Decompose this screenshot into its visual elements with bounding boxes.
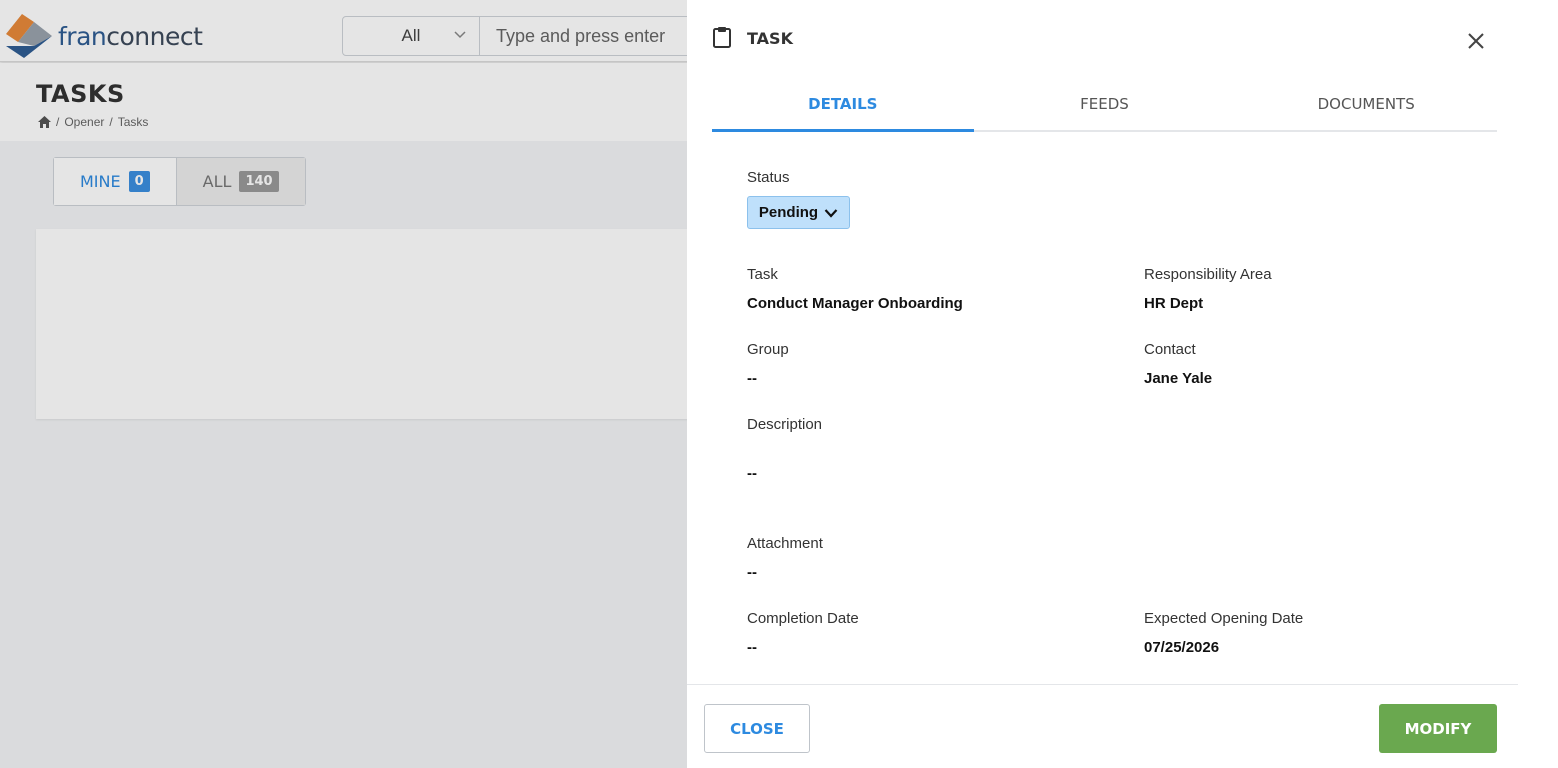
drawer-title: TASK — [747, 29, 793, 48]
chevron-down-icon — [824, 208, 838, 218]
task-value: Conduct Manager Onboarding — [747, 295, 963, 312]
completion-date-label: Completion Date — [747, 610, 859, 627]
task-drawer: TASK DETAILS FEEDS DOCUMENTS Status Pend… — [687, 0, 1558, 768]
tab-documents[interactable]: DOCUMENTS — [1235, 78, 1497, 130]
description-value: -- — [747, 465, 757, 482]
modal-backdrop[interactable] — [0, 0, 687, 768]
tab-feeds[interactable]: FEEDS — [974, 78, 1236, 130]
description-label: Description — [747, 416, 823, 433]
close-icon[interactable] — [1466, 31, 1486, 51]
responsibility-area-label: Responsibility Area — [1144, 266, 1272, 283]
close-button[interactable]: CLOSE — [704, 704, 810, 753]
status-label: Status — [747, 169, 790, 186]
status-value: Pending — [758, 204, 819, 221]
group-label: Group — [747, 341, 789, 358]
contact-label: Contact — [1144, 341, 1196, 358]
expected-opening-date-value: 07/25/2026 — [1144, 639, 1220, 656]
modify-button[interactable]: MODIFY — [1379, 704, 1497, 753]
attachment-value: -- — [747, 564, 757, 581]
attachment-label: Attachment — [747, 535, 823, 552]
tab-details[interactable]: DETAILS — [712, 78, 974, 132]
status-dropdown[interactable]: Pending — [747, 196, 850, 229]
completion-date-value: -- — [747, 639, 757, 656]
drawer-header: TASK — [687, 0, 1518, 78]
drawer-tabs: DETAILS FEEDS DOCUMENTS — [712, 78, 1497, 132]
expected-opening-date-label: Expected Opening Date — [1144, 610, 1304, 627]
clipboard-icon — [713, 27, 731, 48]
contact-value: Jane Yale — [1144, 370, 1213, 387]
group-value: -- — [747, 370, 757, 387]
responsibility-area-value: HR Dept — [1144, 295, 1204, 312]
task-label: Task — [747, 266, 778, 283]
drawer-footer: CLOSE MODIFY — [687, 684, 1518, 768]
